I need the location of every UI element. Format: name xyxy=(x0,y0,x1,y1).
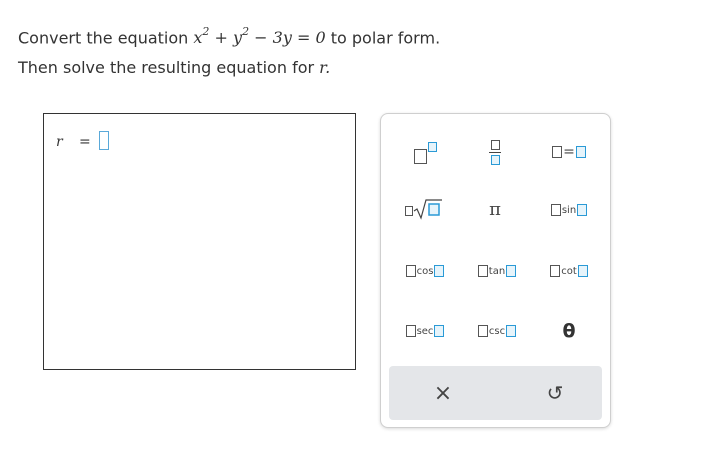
csc-arg-box-icon xyxy=(477,325,488,337)
question-line-2: Then solve the resulting equation for r. xyxy=(18,58,330,77)
equation: x2 + y2 − 3y = 0 xyxy=(193,25,330,48)
sec-button[interactable]: sec xyxy=(395,317,455,345)
index-box-icon xyxy=(405,206,413,216)
clear-button[interactable]: × xyxy=(403,366,483,420)
sec-arg-box-icon xyxy=(405,325,416,337)
equals-symbol: = xyxy=(563,144,575,160)
cot-label: cot xyxy=(561,265,577,277)
eq-exp-y: 2 xyxy=(242,25,250,38)
equals-button[interactable]: = xyxy=(541,138,597,166)
csc-button[interactable]: csc xyxy=(467,317,527,345)
tan-arg-box-icon xyxy=(477,265,488,277)
eq-zero: 0 xyxy=(315,28,326,48)
undo-button[interactable]: ↺ xyxy=(515,366,595,420)
numerator-box-icon xyxy=(490,139,500,150)
cot-input-box-icon xyxy=(577,265,588,277)
pi-button[interactable]: π xyxy=(473,194,517,224)
csc-input-box-icon xyxy=(506,325,517,337)
question-suffix: to polar form. xyxy=(330,28,441,48)
radical-icon xyxy=(413,199,442,220)
cot-button[interactable]: cot xyxy=(541,257,597,285)
tan-input-box-icon xyxy=(506,265,517,277)
eq-y: y xyxy=(233,28,243,48)
sin-input-box-icon xyxy=(577,204,588,216)
question-line2-text: Then solve the resulting equation for xyxy=(18,58,315,77)
fraction-button[interactable] xyxy=(473,132,517,172)
csc-label: csc xyxy=(488,325,506,337)
question-prefix: Convert the equation xyxy=(18,28,189,48)
question-line-1: Convert the equation x2 + y2 − 3y = 0 to… xyxy=(18,25,441,48)
exponent-box-icon xyxy=(427,142,437,152)
answer-input-area[interactable]: r = xyxy=(43,113,356,370)
eq-equals: = xyxy=(296,28,311,48)
sin-label: sin xyxy=(561,204,577,216)
base-box-icon xyxy=(413,148,427,164)
eq-plus: + xyxy=(214,28,228,48)
pi-symbol: π xyxy=(489,198,501,220)
cos-label: cos xyxy=(416,265,434,277)
left-box-icon xyxy=(552,146,563,158)
question-var: r. xyxy=(319,58,331,77)
right-box-icon xyxy=(575,146,586,158)
denominator-box-icon xyxy=(490,154,500,165)
palette-bottom-bar: × ↺ xyxy=(389,366,602,420)
tan-label: tan xyxy=(488,265,506,277)
sin-arg-box-icon xyxy=(550,204,561,216)
cos-button[interactable]: cos xyxy=(395,257,455,285)
tan-button[interactable]: tan xyxy=(469,257,525,285)
sec-input-box-icon xyxy=(434,325,445,337)
eq-minus: − xyxy=(254,28,268,48)
answer-equals: = xyxy=(79,134,91,150)
answer-variable: r xyxy=(56,134,63,150)
sec-label: sec xyxy=(416,325,434,337)
theta-button[interactable]: θ xyxy=(541,317,597,345)
fraction-bar-icon xyxy=(489,151,501,153)
cos-input-box-icon xyxy=(434,265,445,277)
answer-input-box[interactable] xyxy=(99,131,109,150)
cos-arg-box-icon xyxy=(405,265,416,277)
cot-arg-box-icon xyxy=(550,265,561,277)
eq-exp-x: 2 xyxy=(202,25,210,38)
math-palette: = π sin cos tan cot sec csc θ × ↺ xyxy=(380,113,611,428)
eq-coef: 3y xyxy=(272,28,292,48)
sin-button[interactable]: sin xyxy=(541,196,597,224)
undo-icon: ↺ xyxy=(546,381,564,405)
exponent-button[interactable] xyxy=(403,136,447,168)
theta-symbol: θ xyxy=(562,320,576,342)
close-icon: × xyxy=(433,380,453,406)
sqrt-button[interactable] xyxy=(399,194,449,224)
